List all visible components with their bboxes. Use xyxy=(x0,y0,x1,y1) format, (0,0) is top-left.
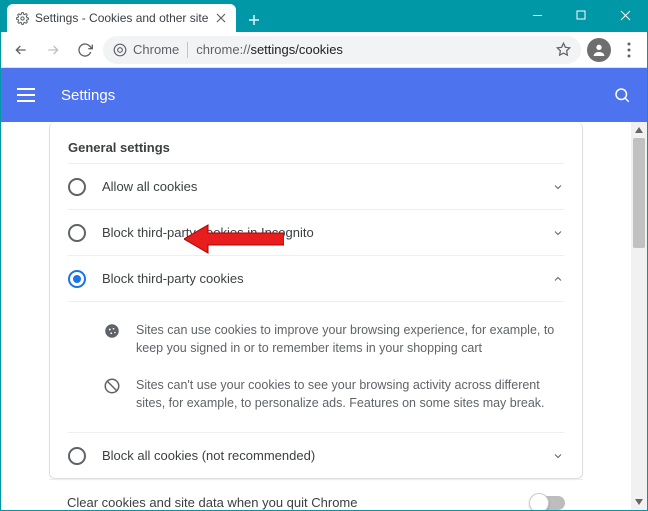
chevron-up-icon[interactable] xyxy=(552,273,564,285)
browser-menu-button[interactable] xyxy=(617,38,641,62)
window-controls xyxy=(515,1,647,29)
site-info-button[interactable]: Chrome xyxy=(113,42,179,57)
section-title: General settings xyxy=(68,122,564,163)
option-label: Allow all cookies xyxy=(102,179,536,194)
search-icon[interactable] xyxy=(613,86,631,104)
radio-icon xyxy=(68,447,86,465)
option-expanded-details: Sites can use cookies to improve your br… xyxy=(68,301,564,432)
reload-button[interactable] xyxy=(71,36,99,64)
chrome-icon xyxy=(113,43,127,57)
chevron-down-icon[interactable] xyxy=(552,450,564,462)
profile-avatar[interactable] xyxy=(587,38,611,62)
window-titlebar: Settings - Cookies and other site xyxy=(1,1,647,32)
gear-icon xyxy=(15,11,29,25)
browser-tab[interactable]: Settings - Cookies and other site xyxy=(7,4,236,32)
block-icon xyxy=(102,377,122,412)
option-label: Block third-party cookies in Incognito xyxy=(102,225,536,240)
settings-header: Settings xyxy=(1,68,647,122)
hamburger-menu-button[interactable] xyxy=(17,83,41,107)
option-label: Block third-party cookies xyxy=(102,271,536,286)
tab-title: Settings - Cookies and other site xyxy=(35,11,208,25)
toggle-clear-on-quit[interactable]: Clear cookies and site data when you qui… xyxy=(49,479,583,510)
settings-content: General settings Allow all cookies Block… xyxy=(1,122,647,510)
scroll-up-button[interactable] xyxy=(631,122,647,138)
general-settings-card: General settings Allow all cookies Block… xyxy=(49,122,583,479)
scroll-down-button[interactable] xyxy=(631,494,647,510)
radio-icon xyxy=(68,178,86,196)
toggle-label: Clear cookies and site data when you qui… xyxy=(67,495,517,510)
option-block-third-party[interactable]: Block third-party cookies xyxy=(68,255,564,301)
close-window-button[interactable] xyxy=(603,1,647,29)
browser-toolbar: Chrome chrome://settings/cookies xyxy=(1,32,647,68)
info-text: Sites can't use your cookies to see your… xyxy=(136,377,564,412)
scrollbar-track[interactable] xyxy=(631,138,647,494)
url-text: chrome://settings/cookies xyxy=(196,42,548,57)
switch-off-icon[interactable] xyxy=(531,496,565,510)
info-text: Sites can use cookies to improve your br… xyxy=(136,322,564,357)
chevron-down-icon[interactable] xyxy=(552,181,564,193)
radio-icon xyxy=(68,270,86,288)
address-bar[interactable]: Chrome chrome://settings/cookies xyxy=(103,36,581,64)
omnibox-divider xyxy=(187,42,188,58)
page-title: Settings xyxy=(61,87,613,104)
back-button[interactable] xyxy=(7,36,35,64)
radio-icon xyxy=(68,224,86,242)
tab-strip: Settings - Cookies and other site xyxy=(1,1,266,32)
close-icon[interactable] xyxy=(214,11,228,25)
option-allow-all[interactable]: Allow all cookies xyxy=(68,163,564,209)
info-row-block: Sites can't use your cookies to see your… xyxy=(102,367,564,422)
info-row-cookie: Sites can use cookies to improve your br… xyxy=(102,312,564,367)
scheme-label: Chrome xyxy=(133,42,179,57)
vertical-scrollbar[interactable] xyxy=(631,122,647,510)
minimize-button[interactable] xyxy=(515,1,559,29)
maximize-button[interactable] xyxy=(559,1,603,29)
option-block-incognito[interactable]: Block third-party cookies in Incognito xyxy=(68,209,564,255)
cookie-icon xyxy=(102,322,122,357)
chevron-down-icon[interactable] xyxy=(552,227,564,239)
option-block-all[interactable]: Block all cookies (not recommended) xyxy=(68,432,564,478)
new-tab-button[interactable] xyxy=(242,8,266,32)
scrollbar-thumb[interactable] xyxy=(633,138,645,248)
option-label: Block all cookies (not recommended) xyxy=(102,448,536,463)
forward-button[interactable] xyxy=(39,36,67,64)
bookmark-star-icon[interactable] xyxy=(556,42,571,57)
